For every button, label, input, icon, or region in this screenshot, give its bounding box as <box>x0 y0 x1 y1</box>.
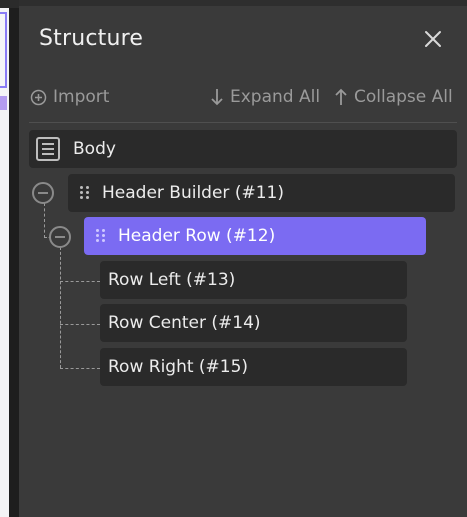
close-icon[interactable] <box>422 28 444 50</box>
tree-item-row-center[interactable]: Row Center (#14) <box>100 304 407 342</box>
tree-item-header-builder[interactable]: Header Builder (#11) <box>68 174 455 212</box>
collapse-all-label: Collapse All <box>354 87 453 107</box>
tree-item-row-right[interactable]: Row Right (#15) <box>100 348 407 386</box>
tree-connector <box>60 281 100 282</box>
tree-connector <box>60 247 61 368</box>
panel-title: Structure <box>39 26 144 51</box>
tree-item-label: Row Right (#15) <box>108 357 249 377</box>
expand-all-label: Expand All <box>230 87 321 107</box>
tree-connector <box>60 324 100 325</box>
collapse-toggle-icon[interactable] <box>49 226 71 248</box>
plus-circle-icon <box>30 89 47 105</box>
canvas-selection-tag <box>0 96 7 110</box>
toolbar-separator <box>29 122 457 123</box>
tree-item-row-left[interactable]: Row Left (#13) <box>100 261 407 299</box>
tree-connector <box>60 368 100 369</box>
arrow-down-icon <box>211 89 223 106</box>
tree-connector <box>44 203 45 238</box>
tree-item-label: Row Center (#14) <box>108 313 261 333</box>
canvas-edge-strip <box>0 0 19 517</box>
panel-top-border <box>19 0 467 6</box>
structure-toolbar: Import Expand All Collapse All <box>19 84 467 112</box>
arrow-up-icon <box>335 88 347 105</box>
tree-item-body[interactable]: Body <box>29 130 457 168</box>
drag-handle-icon[interactable] <box>80 186 90 200</box>
panel-divider[interactable] <box>9 8 19 517</box>
canvas-selection-frame <box>0 12 7 88</box>
expand-all-button[interactable]: Expand All <box>210 84 320 110</box>
tree-item-label: Body <box>73 139 116 159</box>
document-icon <box>36 137 60 161</box>
collapse-toggle-icon[interactable] <box>32 182 54 204</box>
tree-item-label: Row Left (#13) <box>108 270 236 290</box>
drag-handle-icon[interactable] <box>96 229 106 243</box>
structure-panel: Structure Import Expand All Collapse All… <box>19 0 467 517</box>
import-label: Import <box>53 87 110 107</box>
tree-item-label: Header Row (#12) <box>118 226 276 246</box>
collapse-all-button[interactable]: Collapse All <box>334 84 453 110</box>
tree-item-header-row[interactable]: Header Row (#12) <box>84 217 426 255</box>
tree-item-label: Header Builder (#11) <box>102 183 284 203</box>
import-button[interactable]: Import <box>30 84 109 110</box>
